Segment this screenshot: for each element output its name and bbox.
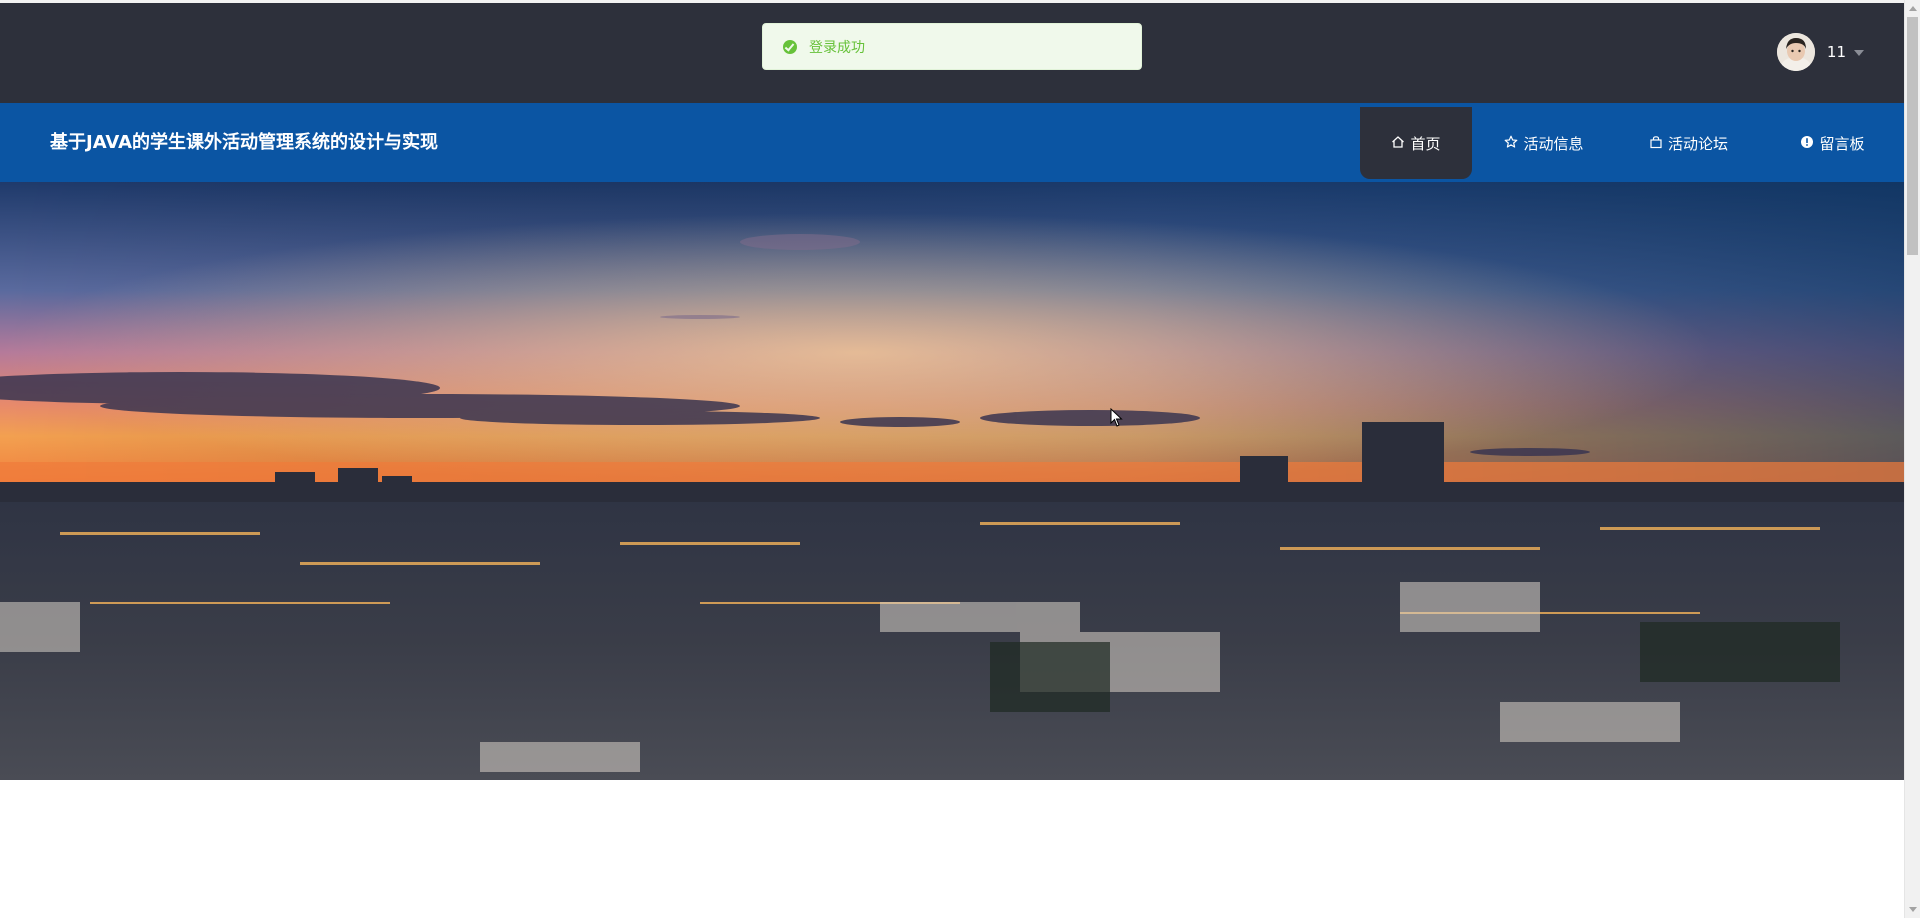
mouse-cursor-icon: [1110, 408, 1123, 427]
toast-message: 登录成功: [809, 39, 865, 56]
home-icon: [1391, 135, 1405, 152]
nav-menu: 首页 活动信息 活动论坛 留言板: [1360, 107, 1904, 179]
banner-image[interactable]: [0, 182, 1904, 780]
nav-label-home[interactable]: 首页: [1410, 133, 1440, 154]
nav-label-activity-info[interactable]: 活动信息: [1523, 133, 1583, 154]
bag-icon: [1649, 135, 1663, 152]
scroll-thumb[interactable]: [1907, 17, 1918, 255]
nav-item-message-board[interactable]: 留言板: [1761, 107, 1904, 179]
success-toast: 登录成功: [762, 23, 1142, 70]
nav-item-activity-info[interactable]: 活动信息: [1472, 107, 1616, 179]
username[interactable]: 11: [1827, 43, 1846, 61]
main-navbar: 基于JAVA的学生课外活动管理系统的设计与实现 首页 活动信息 活动论坛 留言板: [0, 103, 1904, 182]
site-title: 基于JAVA的学生课外活动管理系统的设计与实现: [50, 132, 439, 153]
user-menu[interactable]: 11: [1776, 32, 1864, 72]
info-icon: [1800, 135, 1814, 152]
nav-label-message-board[interactable]: 留言板: [1819, 133, 1864, 154]
vertical-scrollbar[interactable]: [1904, 0, 1920, 918]
scroll-up-icon[interactable]: [1909, 6, 1917, 11]
nav-label-activity-forum[interactable]: 活动论坛: [1668, 133, 1728, 154]
check-circle-icon: [783, 39, 797, 54]
avatar-image: [1776, 33, 1815, 71]
top-edge: [0, 0, 1904, 3]
page: 11 登录成功 基于JAVA的学生课外活动管理系统的设计与实现 首页 活动信息: [0, 0, 1904, 918]
city-skyline-image: [0, 182, 1904, 780]
nav-item-home[interactable]: 首页: [1360, 107, 1472, 179]
user-avatar[interactable]: [1776, 33, 1815, 71]
scroll-down-icon[interactable]: [1909, 907, 1917, 912]
nav-item-activity-forum[interactable]: 活动论坛: [1616, 107, 1761, 179]
star-icon: [1504, 135, 1518, 152]
chevron-down-icon[interactable]: [1854, 50, 1864, 56]
